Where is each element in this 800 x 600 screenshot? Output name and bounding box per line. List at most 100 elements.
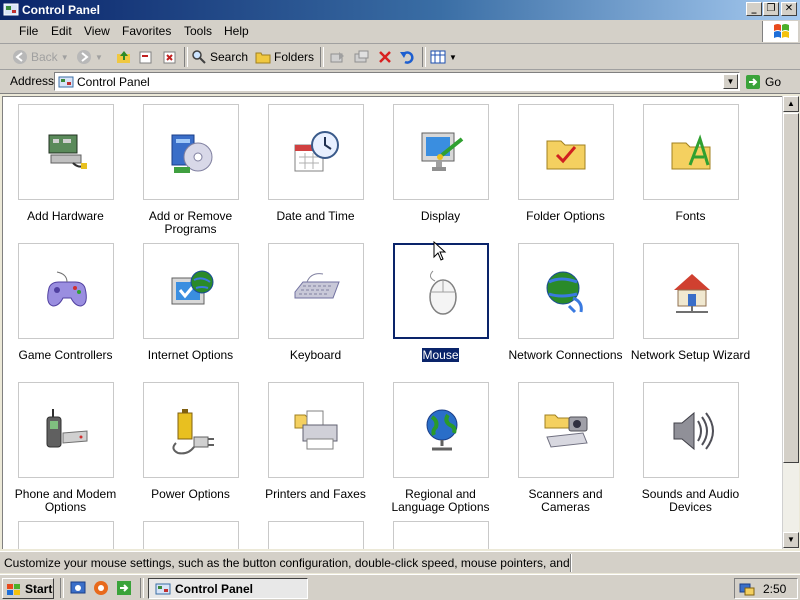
taskbar-separator [60, 578, 64, 598]
go-label: Go [765, 74, 782, 89]
add-hardware-icon [48, 134, 87, 169]
mouse-icon [429, 270, 457, 315]
phone-modem-icon [46, 409, 88, 448]
search-label: Search [210, 50, 249, 64]
display-icon [421, 132, 464, 171]
copy-to-folder-icon[interactable] [354, 49, 370, 65]
scanners-cameras-icon [544, 414, 588, 448]
address-bar: Address Control Panel ▼ Go [0, 70, 800, 94]
item-label: Scanners and Cameras [528, 487, 603, 514]
toolbar-separator [422, 47, 426, 67]
game-controllers-icon [47, 271, 87, 307]
windows-flag-icon [7, 583, 20, 595]
window-title: Control Panel [22, 3, 101, 17]
menu-favorites[interactable]: Favorites [122, 24, 171, 38]
add-remove-programs-icon [171, 134, 213, 173]
minimize-button[interactable]: _ [746, 2, 762, 16]
item-icon [293, 546, 341, 549]
item-label: Folder Options [526, 209, 605, 223]
go-arrow-icon [746, 74, 760, 89]
item-label: Date and Time [276, 209, 355, 223]
address-input[interactable]: Control Panel ▼ [54, 72, 740, 91]
item-icon [168, 546, 216, 549]
copy-to-icon[interactable] [162, 49, 178, 65]
control-panel-icon [3, 3, 19, 16]
move-to-icon[interactable] [138, 49, 154, 65]
status-separator [570, 554, 572, 572]
restore-button[interactable]: ❐ [763, 2, 779, 16]
close-button[interactable]: ✕ [781, 2, 797, 16]
menu-edit[interactable]: Edit [51, 24, 72, 38]
undo-icon[interactable] [399, 49, 415, 65]
item-label: Game Controllers [18, 348, 113, 362]
back-button[interactable]: Back ▼ [12, 48, 69, 66]
back-label: Back [31, 50, 58, 64]
item-label: Mouse [421, 347, 460, 363]
views-button[interactable]: ▼ [430, 48, 457, 66]
forward-button[interactable]: ▼ [76, 48, 103, 66]
taskbar: Start Control Panel 2:50 [0, 574, 800, 600]
network-tray-icon[interactable] [739, 581, 755, 597]
control-panel-icon [58, 76, 74, 88]
windows-logo-icon [762, 21, 798, 42]
network-setup-wizard-icon [674, 274, 710, 313]
taskbar-window-label: Control Panel [175, 581, 254, 596]
fonts-icon [671, 134, 711, 170]
title-bar[interactable]: Control Panel _ ❐ ✕ [0, 0, 800, 20]
search-button[interactable]: Search [191, 48, 248, 66]
start-label: Start [25, 581, 53, 596]
start-button[interactable]: Start [2, 578, 54, 599]
item-icon [418, 546, 466, 549]
scroll-down-button[interactable]: ▼ [783, 532, 799, 548]
scroll-up-button[interactable]: ▲ [783, 96, 799, 112]
item-icon [43, 546, 91, 549]
network-connections-icon [546, 271, 583, 314]
internet-options-icon [171, 270, 214, 305]
menu-view[interactable]: View [84, 24, 110, 38]
menu-file[interactable]: File [19, 24, 38, 38]
item-label: Network Connections [508, 348, 623, 362]
taskbar-window-button[interactable]: Control Panel [148, 578, 308, 599]
menu-tools[interactable]: Tools [184, 24, 212, 38]
item-label: Regional and Language Options [391, 487, 490, 514]
search-icon [192, 50, 206, 64]
quick-launch-icon[interactable] [116, 580, 132, 596]
views-icon [430, 50, 446, 64]
move-to-folder-icon[interactable] [330, 49, 346, 65]
address-dropdown-button[interactable]: ▼ [723, 74, 738, 89]
control-panel-icon [155, 583, 171, 594]
up-folder-icon[interactable] [116, 49, 132, 65]
go-button[interactable]: Go [743, 72, 795, 91]
status-bar: Customize your mouse settings, such as t… [0, 551, 800, 573]
folders-button[interactable]: Folders [255, 48, 314, 66]
toolbar-separator [320, 47, 324, 67]
taskbar-separator [140, 578, 144, 598]
item-label: Power Options [151, 487, 230, 501]
power-options-icon [172, 409, 214, 455]
toolbar-separator [184, 47, 188, 67]
item-label: Sounds and Audio Devices [641, 487, 740, 514]
item-label: Add Hardware [27, 209, 104, 223]
item-label: Fonts [675, 209, 706, 223]
back-arrow-icon [13, 50, 27, 64]
regional-language-icon [426, 409, 458, 451]
clock[interactable]: 2:50 [763, 582, 786, 596]
address-value: Control Panel [77, 75, 150, 89]
folders-label: Folders [274, 50, 315, 64]
scroll-thumb[interactable] [783, 113, 799, 463]
toolbar: Back ▼ ▼ Search Folders ▼ [0, 44, 800, 70]
sounds-audio-icon [673, 411, 714, 451]
item-label: Printers and Faxes [265, 487, 366, 501]
forward-arrow-icon [77, 50, 91, 64]
delete-icon[interactable] [377, 49, 393, 65]
keyboard-icon [294, 273, 340, 299]
address-label: Address [10, 74, 55, 88]
show-desktop-icon[interactable] [70, 580, 86, 596]
item-label: Display [420, 209, 461, 223]
menu-help[interactable]: Help [224, 24, 249, 38]
browser-icon[interactable] [93, 580, 109, 596]
item-label: Add or Remove Programs [148, 209, 233, 236]
date-time-icon [294, 131, 339, 172]
vertical-scrollbar[interactable]: ▲ ▼ [782, 96, 799, 549]
folders-icon [255, 52, 271, 64]
